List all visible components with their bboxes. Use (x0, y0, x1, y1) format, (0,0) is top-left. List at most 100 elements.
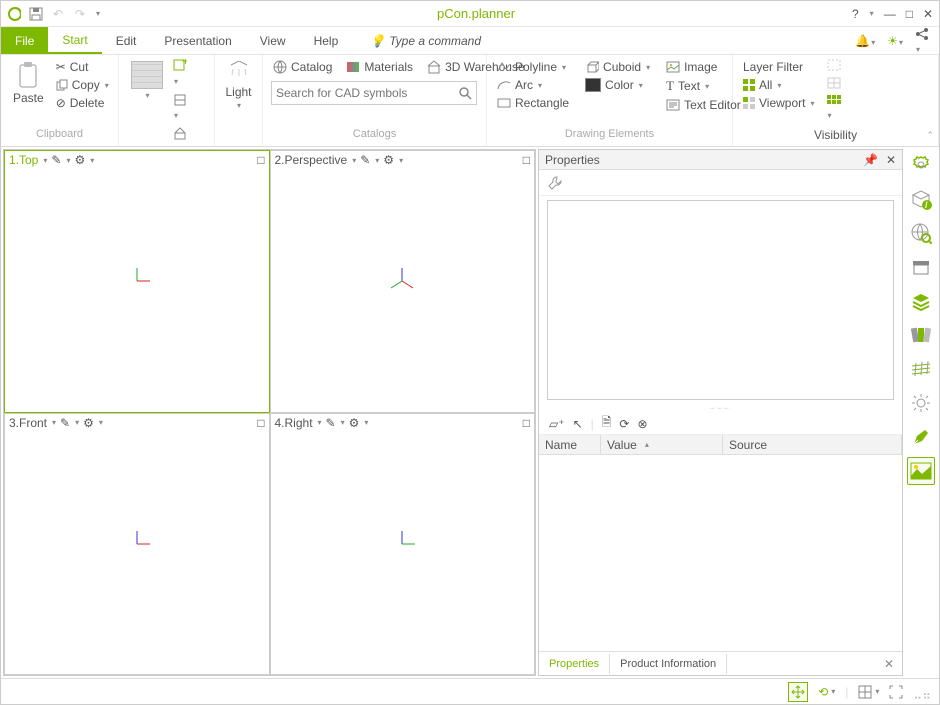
share-icon[interactable]: ▾ (915, 27, 929, 55)
materials-button[interactable]: Materials (344, 59, 415, 75)
refresh-icon[interactable]: ⟳ (619, 417, 629, 431)
tab-view[interactable]: View (246, 27, 300, 54)
side-pen-icon[interactable] (907, 423, 935, 451)
scissors-icon: ✂ (56, 60, 66, 74)
tab-presentation[interactable]: Presentation (150, 27, 245, 54)
text-button[interactable]: TText▾ (664, 77, 743, 95)
arc-button[interactable]: Arc▾ (495, 77, 571, 93)
help-icon[interactable]: ? (852, 7, 859, 21)
maximize-viewport-icon[interactable]: □ (523, 153, 530, 167)
side-toolbar: i (903, 147, 939, 678)
side-box-info-icon[interactable]: i (907, 185, 935, 213)
vis-tool-1[interactable] (827, 59, 841, 71)
remove-icon[interactable]: ⊗ (637, 417, 647, 431)
close-panel-icon[interactable]: ✕ (886, 153, 896, 167)
tab-product-info[interactable]: Product Information (610, 654, 727, 674)
side-terrain-icon[interactable] (907, 355, 935, 383)
collapse-ribbon-icon[interactable]: ⌃ (926, 130, 934, 141)
tabs-close-icon[interactable]: ✕ (876, 657, 902, 671)
bell-icon[interactable]: 🔔▾ (855, 34, 875, 48)
viewport-button[interactable]: Viewport▾ (741, 95, 817, 111)
side-globe-search-icon[interactable] (907, 219, 935, 247)
cut-button[interactable]: ✂Cut (54, 59, 111, 75)
wall-button[interactable]: ▾ (127, 59, 167, 102)
gear-icon[interactable]: ⚙ (383, 153, 394, 167)
viewport-right[interactable]: 4.Right▾✎▾⚙▾□ (270, 413, 536, 676)
side-swatches-icon[interactable] (907, 321, 935, 349)
type-command[interactable]: 💡 Type a command (370, 27, 481, 54)
tab-start[interactable]: Start (48, 27, 101, 54)
undo-icon[interactable]: ↶ (51, 7, 65, 21)
image-button[interactable]: Image (664, 59, 743, 75)
minimize-icon[interactable]: — (884, 7, 896, 21)
arc-icon (497, 79, 511, 91)
gear-icon[interactable]: ⚙ (83, 416, 94, 430)
all-button[interactable]: All▾ (741, 77, 817, 93)
viewport-top[interactable]: 1.Top▾✎▾⚙▾□ (4, 150, 270, 413)
status-grid-icon[interactable]: ▾ (858, 685, 879, 699)
catalog-search-input[interactable] (276, 86, 458, 100)
side-settings-icon[interactable] (907, 151, 935, 179)
side-layers-icon[interactable] (907, 287, 935, 315)
status-fullscreen-icon[interactable] (889, 685, 903, 699)
close-icon[interactable]: ✕ (923, 7, 933, 21)
col-source[interactable]: Source (723, 435, 902, 454)
save-icon[interactable] (29, 7, 43, 21)
splitter-grip[interactable]: ┄┄┄ (539, 404, 902, 413)
rectangle-button[interactable]: Rectangle (495, 95, 571, 111)
page-icon[interactable]: 🗎 (602, 413, 612, 434)
pencil-icon[interactable]: ✎ (60, 416, 70, 430)
redo-icon[interactable]: ↷ (73, 7, 87, 21)
copy-button[interactable]: Copy▾ (54, 77, 111, 93)
menu-bar: File Start Edit Presentation View Help 💡… (1, 27, 939, 55)
side-sun-icon[interactable] (907, 389, 935, 417)
col-name[interactable]: Name (539, 435, 601, 454)
texteditor-button[interactable]: Text Editor (664, 97, 743, 113)
cursor-icon[interactable]: ↖ (573, 417, 583, 431)
catalog-search[interactable] (271, 81, 477, 105)
gear-icon[interactable]: ⚙ (74, 153, 85, 167)
viewport-front[interactable]: 3.Front▾✎▾⚙▾□ (4, 413, 270, 676)
catalog-button[interactable]: Catalog (271, 59, 334, 75)
search-icon[interactable] (458, 86, 472, 100)
status-resize-grip[interactable]: ⣀⣤ (913, 685, 931, 699)
status-snap-icon[interactable]: ⟲▾ (818, 685, 835, 699)
pin-icon[interactable]: 📌 (863, 153, 878, 167)
polyline-label: Polyline (515, 60, 557, 74)
maximize-viewport-icon[interactable]: □ (257, 416, 264, 430)
room-tool-2[interactable]: ▾ (173, 93, 187, 121)
side-image-icon[interactable] (907, 457, 935, 485)
room-tool-1[interactable]: +▾ (173, 59, 187, 87)
color-button[interactable]: Color▾ (583, 77, 652, 93)
add-icon[interactable]: ▱⁺ (549, 417, 565, 431)
tab-properties[interactable]: Properties (539, 654, 610, 674)
brightness-icon[interactable]: ☀▾ (887, 34, 903, 48)
maximize-viewport-icon[interactable]: □ (523, 416, 530, 430)
viewport-perspective[interactable]: 2.Perspective▾✎▾⚙▾□ (270, 150, 536, 413)
side-archive-icon[interactable] (907, 253, 935, 281)
polyline-icon (497, 61, 511, 73)
cuboid-button[interactable]: Cuboid▾ (583, 59, 652, 75)
file-menu[interactable]: File (1, 27, 48, 54)
paste-button[interactable]: Paste (9, 59, 48, 107)
viewport-top-label: 1.Top (9, 153, 38, 167)
vis-tool-2[interactable] (827, 77, 841, 89)
help-dropdown-icon[interactable]: ▾ (870, 9, 874, 18)
svg-text:+: + (182, 59, 187, 68)
status-move-icon[interactable] (788, 682, 808, 702)
maximize-icon[interactable]: □ (906, 7, 913, 21)
maximize-viewport-icon[interactable]: □ (257, 153, 264, 167)
copy-label: Copy (72, 78, 100, 92)
tab-edit[interactable]: Edit (102, 27, 151, 54)
polyline-button[interactable]: Polyline▾ (495, 59, 571, 75)
wrench-icon[interactable] (547, 175, 563, 191)
pencil-icon[interactable]: ✎ (51, 153, 61, 167)
col-value[interactable]: Value▴ (601, 435, 723, 454)
delete-button[interactable]: ⊘Delete (54, 95, 111, 111)
gear-icon[interactable]: ⚙ (349, 416, 360, 430)
pencil-icon[interactable]: ✎ (326, 416, 336, 430)
vis-tool-3[interactable]: ▾ (827, 95, 841, 121)
pencil-icon[interactable]: ✎ (360, 153, 370, 167)
light-button[interactable]: Light▾ (221, 59, 255, 112)
tab-help[interactable]: Help (300, 27, 353, 54)
